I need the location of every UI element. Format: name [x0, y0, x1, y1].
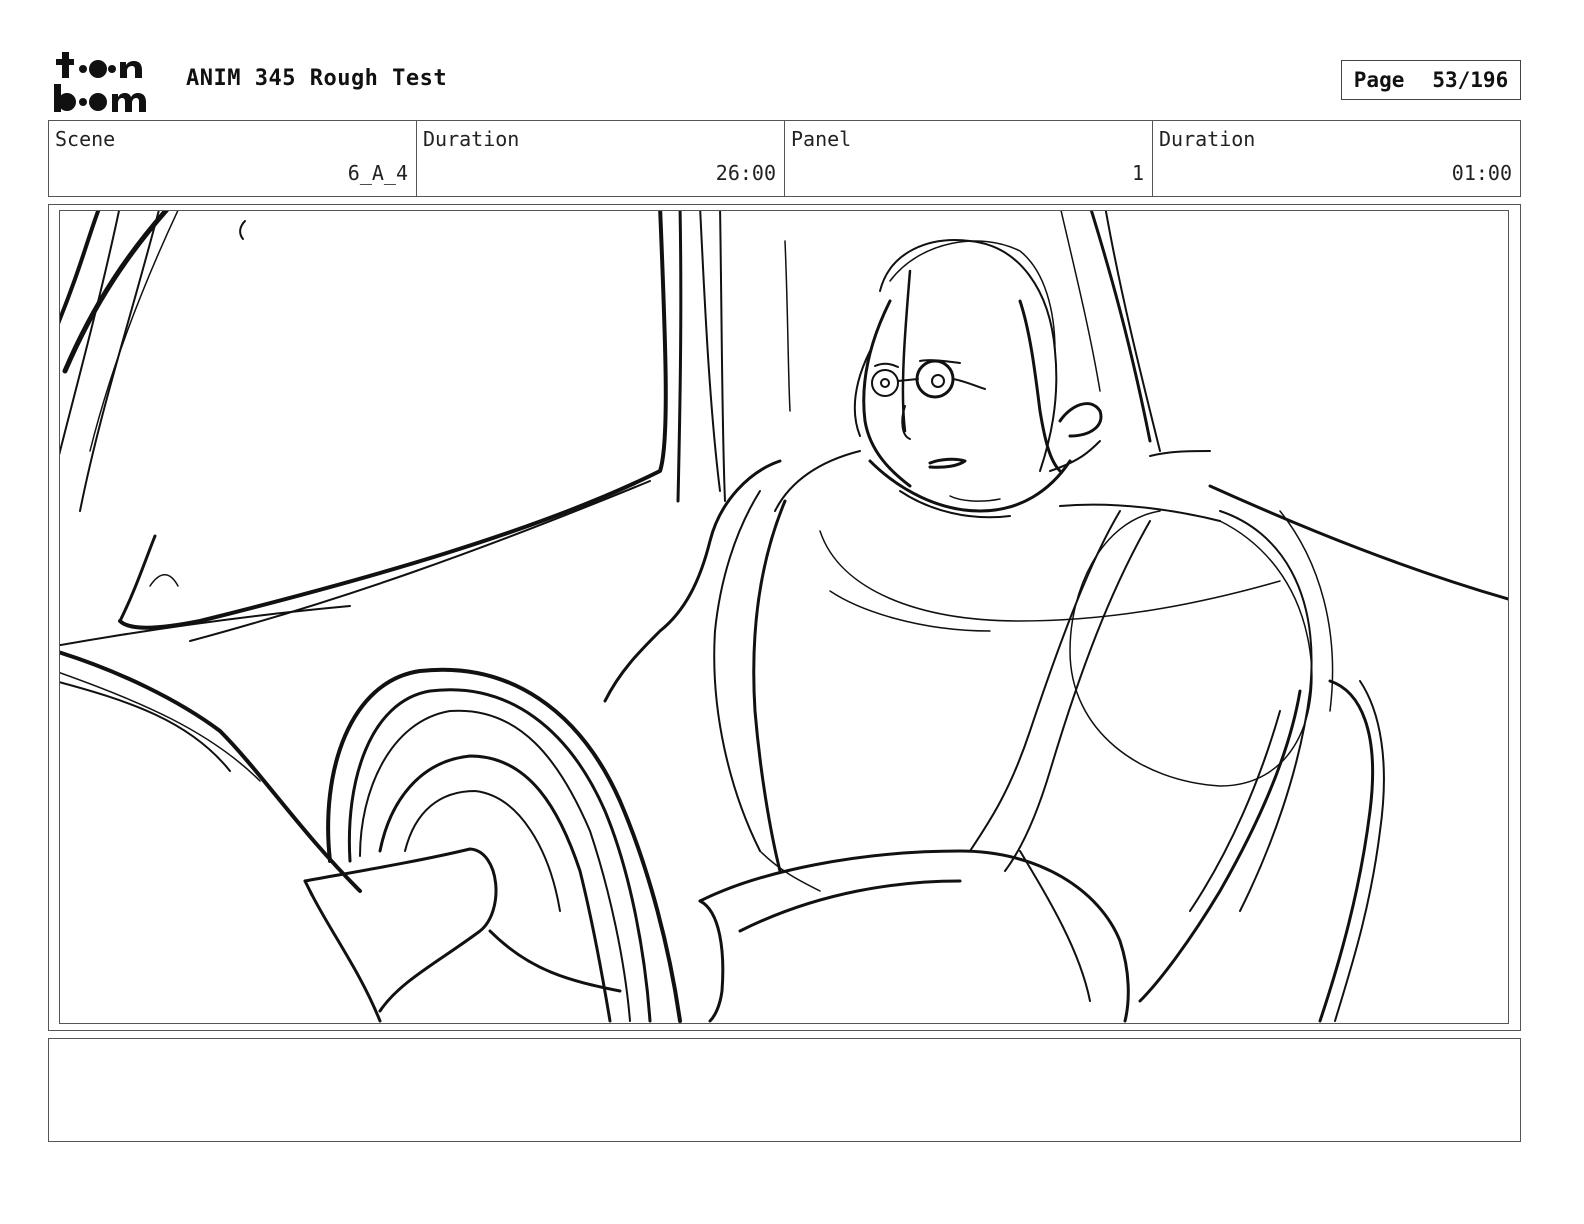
- panel-duration-label: Duration: [1159, 127, 1256, 151]
- panel-duration-value: 01:00: [1451, 161, 1512, 185]
- panel-notes-box: [48, 1038, 1521, 1142]
- scene-duration-cell: Duration 26:00: [417, 121, 785, 196]
- panel-duration-cell: Duration 01:00: [1153, 121, 1520, 196]
- panel-label: Panel: [791, 127, 852, 151]
- document-title: ANIM 345 Rough Test: [186, 66, 448, 91]
- scene-info-table: Scene 6_A_4 Duration 26:00 Panel 1 Durat…: [48, 120, 1521, 197]
- scene-cell: Scene 6_A_4: [49, 121, 417, 196]
- scene-duration-value: 26:00: [715, 161, 776, 185]
- scene-value: 6_A_4: [347, 161, 408, 185]
- rough-sketch-image: [60, 211, 1508, 1023]
- toon-boom-logo: [54, 52, 146, 112]
- scene-label: Scene: [55, 127, 116, 151]
- panel-cell: Panel 1: [785, 121, 1153, 196]
- storyboard-panel: [59, 210, 1509, 1024]
- page-label: Page: [1353, 68, 1405, 92]
- panel-value: 1: [1131, 161, 1144, 185]
- page-value: 53/196: [1432, 68, 1509, 92]
- page-indicator: Page 53/196: [1341, 60, 1521, 100]
- scene-duration-label: Duration: [423, 127, 520, 151]
